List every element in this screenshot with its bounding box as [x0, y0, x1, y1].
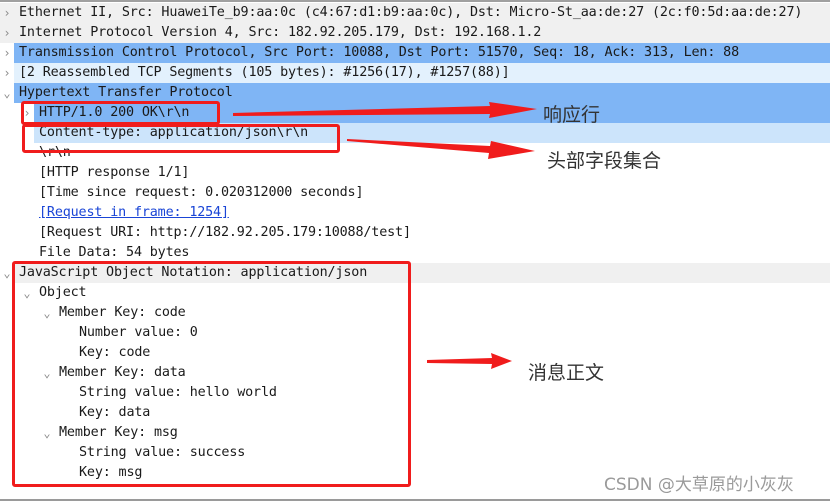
arrow-to-headers-label [347, 139, 535, 159]
body-label: 消息正文 [528, 362, 605, 384]
status-line-label: 响应行 [543, 104, 601, 126]
arrow-to-status-line-label [233, 102, 537, 118]
csdn-watermark: CSDN @大草原的小灰灰 [604, 475, 794, 495]
headers-label: 头部字段集合 [547, 150, 662, 172]
annotation-arrows [233, 102, 537, 369]
arrow-to-body-label [427, 353, 512, 369]
